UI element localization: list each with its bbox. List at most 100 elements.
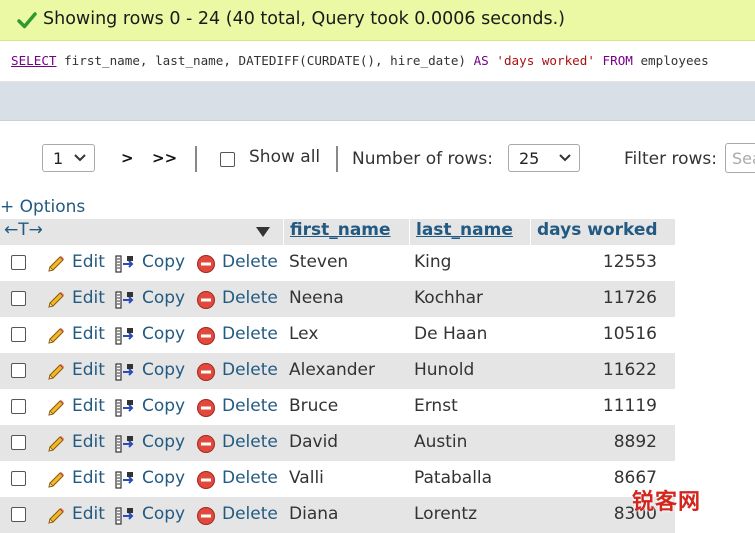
row-checkbox[interactable] (11, 327, 26, 342)
delete-icon[interactable] (196, 290, 216, 310)
page-select[interactable]: 1 (42, 144, 95, 172)
divider (195, 146, 197, 172)
header-first-name-label[interactable]: first_name (290, 220, 391, 240)
delete-icon[interactable] (196, 506, 216, 526)
sql-as-keyword: AS (473, 53, 489, 68)
pagination-bar: 1 > >> Show all Number of rows: 25 Filte… (0, 143, 755, 177)
delete-icon[interactable] (196, 434, 216, 454)
row-checkbox[interactable] (11, 471, 26, 486)
delete-icon[interactable] (196, 470, 216, 490)
next-page-button[interactable]: > (121, 149, 134, 167)
edit-link[interactable]: Edit (72, 504, 105, 524)
pencil-icon[interactable] (46, 434, 66, 454)
sql-function: DATEDIFF (238, 53, 300, 68)
copy-icon[interactable] (115, 362, 135, 382)
delete-icon[interactable] (196, 254, 216, 274)
delete-link[interactable]: Delete (222, 288, 278, 308)
results-table: ←T→ first_name last_name days worked Edi… (0, 219, 675, 533)
copy-icon[interactable] (115, 290, 135, 310)
checkmark-icon (17, 12, 37, 29)
last-page-button[interactable]: >> (152, 149, 177, 167)
copy-link[interactable]: Copy (142, 504, 185, 524)
header-days-worked[interactable]: days worked (530, 219, 675, 245)
sql-query-box: SELECT first_name, last_name, DATEDIFF(C… (0, 41, 755, 82)
delete-link[interactable]: Delete (222, 360, 278, 380)
success-message: Showing rows 0 - 24 (40 total, Query too… (0, 0, 755, 41)
row-checkbox[interactable] (11, 363, 26, 378)
row-checkbox[interactable] (11, 507, 26, 522)
cell-days-worked: 11622 (602, 360, 657, 380)
divider (336, 146, 338, 172)
row-checkbox[interactable] (11, 255, 26, 270)
edit-link[interactable]: Edit (72, 396, 105, 416)
delete-icon[interactable] (196, 398, 216, 418)
row-checkbox[interactable] (11, 435, 26, 450)
copy-icon[interactable] (115, 398, 135, 418)
pencil-icon[interactable] (46, 254, 66, 274)
delete-link[interactable]: Delete (222, 396, 278, 416)
copy-icon[interactable] (115, 254, 135, 274)
cell-last-name: Austin (414, 432, 468, 452)
pencil-icon[interactable] (46, 398, 66, 418)
cell-days-worked: 8892 (613, 432, 657, 452)
edit-link[interactable]: Edit (72, 360, 105, 380)
copy-link[interactable]: Copy (142, 468, 185, 488)
sql-select-keyword[interactable]: SELECT (11, 53, 57, 68)
options-link[interactable]: + Options (0, 197, 85, 217)
table-row: Edit Copy Delete Alexander Hunold 11622 (0, 353, 675, 389)
delete-link[interactable]: Delete (222, 468, 278, 488)
row-checkbox[interactable] (11, 399, 26, 414)
delete-link[interactable]: Delete (222, 432, 278, 452)
delete-icon[interactable] (196, 362, 216, 382)
filter-rows-label: Filter rows: (624, 149, 718, 169)
copy-link[interactable]: Copy (142, 360, 185, 380)
copy-link[interactable]: Copy (142, 432, 185, 452)
sql-query: SELECT first_name, last_name, DATEDIFF(C… (11, 53, 709, 68)
rows-count-select[interactable]: 25 (508, 144, 580, 172)
copy-link[interactable]: Copy (142, 396, 185, 416)
delete-link[interactable]: Delete (222, 252, 278, 272)
cell-days-worked: 12553 (602, 252, 657, 272)
pencil-icon[interactable] (46, 362, 66, 382)
copy-icon[interactable] (115, 434, 135, 454)
column-resize-handle[interactable]: ←T→ (4, 220, 43, 240)
header-first-name[interactable]: first_name (283, 219, 409, 245)
sql-columns: first_name, last_name, (64, 53, 231, 68)
query-toolbar-band (0, 82, 755, 121)
rows-count-label: Number of rows: (352, 149, 493, 169)
header-actions-cell: ←T→ (0, 219, 283, 245)
copy-icon[interactable] (115, 506, 135, 526)
cell-last-name: Kochhar (414, 288, 484, 308)
table-row: Edit Copy Delete Valli Pataballa 8667 (0, 461, 675, 497)
header-last-name[interactable]: last_name (409, 219, 530, 245)
copy-link[interactable]: Copy (142, 324, 185, 344)
edit-link[interactable]: Edit (72, 324, 105, 344)
sql-table: employees (640, 53, 709, 68)
header-days-worked-label[interactable]: days worked (537, 220, 658, 240)
header-last-name-label[interactable]: last_name (416, 220, 513, 240)
pencil-icon[interactable] (46, 506, 66, 526)
delete-link[interactable]: Delete (222, 324, 278, 344)
filter-rows-input[interactable]: Sea (725, 143, 755, 173)
delete-link[interactable]: Delete (222, 504, 278, 524)
table-body: Edit Copy Delete Steven King 12553 Edit (0, 245, 675, 533)
edit-link[interactable]: Edit (72, 432, 105, 452)
edit-link[interactable]: Edit (72, 468, 105, 488)
edit-link[interactable]: Edit (72, 288, 105, 308)
sort-triangle-icon[interactable] (256, 227, 270, 237)
delete-icon[interactable] (196, 326, 216, 346)
copy-icon[interactable] (115, 326, 135, 346)
pencil-icon[interactable] (46, 290, 66, 310)
cell-first-name: Steven (289, 252, 349, 272)
pencil-icon[interactable] (46, 326, 66, 346)
copy-icon[interactable] (115, 470, 135, 490)
edit-link[interactable]: Edit (72, 252, 105, 272)
table-row: Edit Copy Delete Diana Lorentz 8300 (0, 497, 675, 533)
show-all-checkbox[interactable] (220, 152, 235, 167)
row-checkbox[interactable] (11, 291, 26, 306)
copy-link[interactable]: Copy (142, 288, 185, 308)
copy-link[interactable]: Copy (142, 252, 185, 272)
chevron-down-icon (74, 154, 86, 162)
table-header: ←T→ first_name last_name days worked (0, 219, 675, 245)
pencil-icon[interactable] (46, 470, 66, 490)
